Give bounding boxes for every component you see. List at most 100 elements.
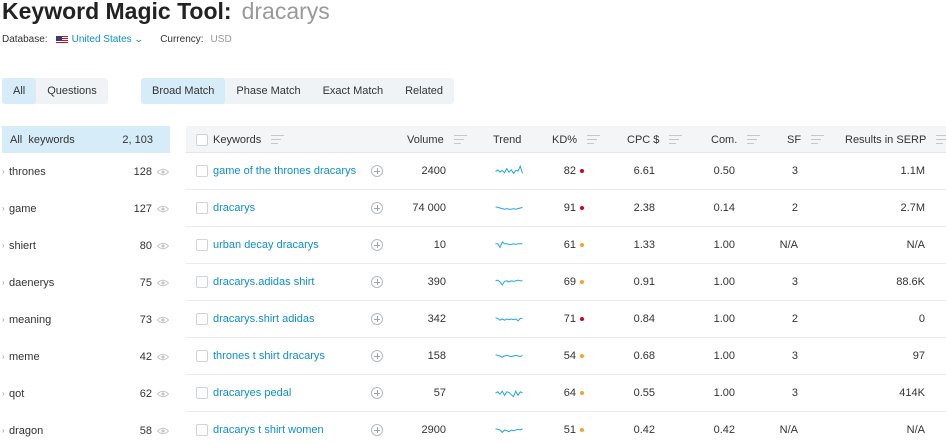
header-com[interactable]: Com.	[711, 126, 761, 153]
row-checkbox[interactable]	[196, 387, 208, 399]
add-to-list-icon[interactable]	[371, 202, 383, 214]
keyword-link[interactable]: game of the thrones dracarys	[213, 153, 356, 189]
header-trend-label: Trend	[493, 133, 522, 146]
chevron-right-icon[interactable]: ›	[2, 241, 9, 250]
all-keywords-count: 2, 103	[122, 133, 153, 146]
keyword-link[interactable]: dracarys.shirt adidas	[213, 301, 315, 337]
chevron-right-icon[interactable]: ›	[2, 167, 9, 176]
group-count: 128	[133, 165, 152, 178]
row-select-cell	[196, 301, 208, 337]
sidebar-all-keywords[interactable]: All keywords 2, 103	[2, 126, 170, 153]
tab-broad-match[interactable]: Broad Match	[141, 78, 226, 104]
sidebar-group-item[interactable]: › meaning 73	[2, 301, 170, 338]
tab-all[interactable]: All	[2, 78, 37, 104]
row-checkbox[interactable]	[196, 202, 208, 214]
chevron-right-icon[interactable]: ›	[2, 426, 9, 435]
header-keywords[interactable]: Keywords	[213, 126, 285, 153]
sort-icon[interactable]	[669, 135, 683, 144]
chevron-right-icon[interactable]: ›	[2, 278, 9, 287]
com-value: 1.00	[713, 313, 735, 325]
keyword-link[interactable]: dracarys	[213, 190, 255, 226]
chevron-right-icon[interactable]: ›	[2, 204, 9, 213]
chevron-right-icon[interactable]: ›	[2, 315, 9, 324]
keyword-link[interactable]: thrones t shirt dracarys	[213, 338, 325, 374]
sort-icon[interactable]	[936, 135, 946, 144]
sf-value: 3	[791, 276, 798, 288]
row-checkbox[interactable]	[196, 276, 208, 288]
tab-phase-match[interactable]: Phase Match	[225, 78, 311, 104]
chevron-right-icon[interactable]: ›	[2, 352, 9, 361]
eye-icon[interactable]	[156, 242, 170, 250]
sidebar-group-item[interactable]: › game 127	[2, 190, 170, 227]
add-keyword-cell	[371, 190, 383, 226]
add-to-list-icon[interactable]	[371, 424, 383, 436]
eye-icon[interactable]	[156, 390, 170, 398]
keyword-link[interactable]: dracarys t shirt women	[213, 412, 324, 443]
add-to-list-icon[interactable]	[371, 350, 383, 362]
table-row: dracarys 74 000 91 2.38 0.14 2 2.7M	[186, 190, 946, 227]
eye-icon[interactable]	[156, 168, 170, 176]
sort-icon[interactable]	[811, 135, 825, 144]
keyword-link[interactable]: dracaryes pedal	[213, 375, 291, 411]
results-value: N/A	[906, 424, 925, 436]
tab-related[interactable]: Related	[394, 78, 454, 104]
keyword-link[interactable]: dracarys.adidas shirt	[213, 264, 315, 300]
add-to-list-icon[interactable]	[371, 313, 383, 325]
sidebar-group-item[interactable]: › qot 62	[2, 375, 170, 412]
results-value: N/A	[906, 239, 925, 251]
eye-icon[interactable]	[156, 427, 170, 435]
header-keywords-label: Keywords	[213, 133, 262, 146]
eye-icon[interactable]	[156, 205, 170, 213]
header-kd[interactable]: KD%	[552, 126, 601, 153]
keywords-table: Keywords Volume Trend KD% CPC $ Com. SF …	[186, 126, 946, 443]
table-row: game of the thrones dracarys 2400 82 6.61 0.…	[186, 153, 946, 190]
row-checkbox[interactable]	[196, 424, 208, 436]
table-row: dracaryes pedal 57 64 0.55 1.00 3 414K	[186, 375, 946, 412]
sidebar-group-item[interactable]: › thrones 128	[2, 153, 170, 190]
kd-cell: 51	[526, 412, 584, 443]
row-checkbox[interactable]	[196, 165, 208, 177]
header-sf[interactable]: SF	[787, 126, 825, 153]
sort-icon[interactable]	[747, 135, 761, 144]
table-header: Keywords Volume Trend KD% CPC $ Com. SF …	[186, 126, 946, 153]
chevron-down-icon[interactable]: ⌄	[133, 34, 144, 45]
header-volume[interactable]: Volume	[407, 126, 467, 153]
database-select[interactable]: United States	[72, 34, 132, 45]
tab-exact-match[interactable]: Exact Match	[312, 78, 395, 104]
header-select-all	[196, 126, 208, 153]
eye-icon[interactable]	[156, 279, 170, 287]
trend-line	[495, 317, 523, 322]
sidebar-group-item[interactable]: › dragon 58	[2, 412, 170, 443]
add-to-list-icon[interactable]	[371, 387, 383, 399]
group-label: game	[9, 202, 37, 215]
row-checkbox[interactable]	[196, 313, 208, 325]
select-all-checkbox[interactable]	[196, 133, 208, 146]
eye-icon[interactable]	[156, 353, 170, 361]
tab-questions[interactable]: Questions	[36, 78, 108, 104]
sort-icon[interactable]	[271, 135, 285, 144]
row-checkbox[interactable]	[196, 239, 208, 251]
header-results[interactable]: Results in SERP	[845, 126, 946, 153]
chevron-right-icon[interactable]: ›	[2, 389, 9, 398]
add-to-list-icon[interactable]	[371, 239, 383, 251]
sort-icon[interactable]	[453, 135, 467, 144]
trend-sparkline	[495, 412, 523, 443]
sort-icon[interactable]	[587, 135, 601, 144]
add-to-list-icon[interactable]	[371, 165, 383, 177]
trend-sparkline	[495, 227, 523, 263]
eye-icon[interactable]	[156, 316, 170, 324]
row-checkbox[interactable]	[196, 350, 208, 362]
sidebar-group-item[interactable]: › meme 42	[2, 338, 170, 375]
header-com-label: Com.	[711, 133, 738, 146]
query-text: dracarys	[241, 0, 330, 24]
sidebar-group-item[interactable]: › daenerys 75	[2, 264, 170, 301]
kd-indicator-icon	[580, 428, 584, 432]
volume-value: 10	[433, 239, 446, 251]
kd-indicator-icon	[580, 280, 584, 284]
header-cpc[interactable]: CPC $	[627, 126, 683, 153]
keyword-link[interactable]: urban decay dracarys	[213, 227, 319, 263]
group-count: 58	[139, 424, 152, 437]
sidebar-group-item[interactable]: › shiert 80	[2, 227, 170, 264]
add-to-list-icon[interactable]	[371, 276, 383, 288]
volume-value: 57	[433, 387, 446, 399]
